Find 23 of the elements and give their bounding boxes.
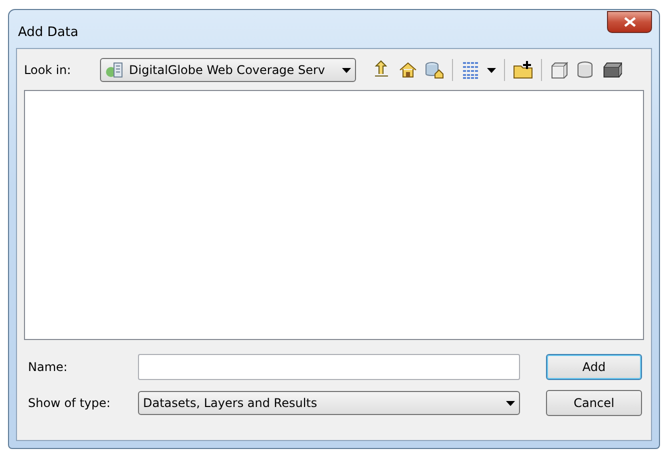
look-in-label: Look in: — [24, 63, 72, 77]
database-home-icon[interactable] — [424, 60, 444, 80]
caret-icon — [487, 68, 496, 72]
new-folder-icon[interactable] — [513, 60, 533, 80]
window-title: Add Data — [17, 24, 78, 40]
grid-view-icon[interactable] — [461, 60, 481, 80]
name-field[interactable] — [138, 354, 520, 380]
new-file-icon[interactable] — [550, 60, 570, 80]
name-label: Name: — [28, 360, 68, 374]
server-icon — [105, 61, 125, 79]
caret-icon — [342, 68, 351, 72]
look-in-value: DigitalGlobe Web Coverage Serv — [129, 63, 326, 77]
type-value: Datasets, Layers and Results — [143, 396, 318, 410]
close-icon — [624, 17, 636, 27]
toolbox-icon[interactable] — [602, 60, 622, 80]
caret-icon — [506, 400, 515, 406]
cancel-button[interactable]: Cancel — [546, 390, 642, 416]
add-button[interactable]: Add — [546, 354, 642, 380]
close-button[interactable] — [607, 11, 652, 33]
home-icon[interactable] — [398, 60, 418, 80]
look-in-dropdown[interactable]: DigitalGlobe Web Coverage Serv — [100, 58, 356, 82]
type-dropdown[interactable]: Datasets, Layers and Results — [138, 391, 520, 415]
type-label: Show of type: — [28, 396, 112, 410]
